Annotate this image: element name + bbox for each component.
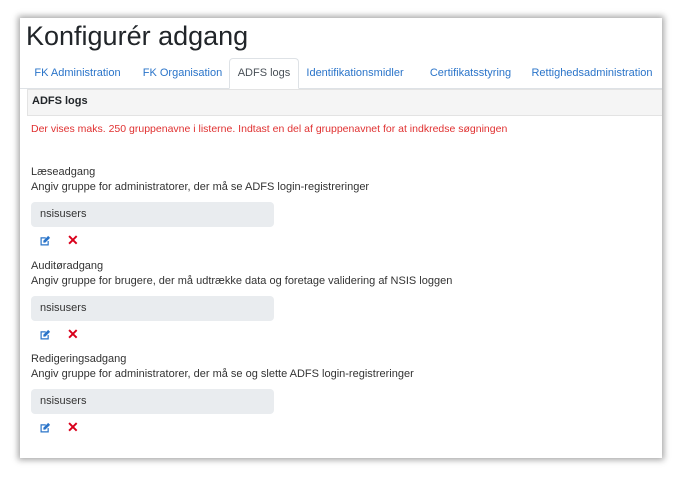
group-auditoeradgang: Auditøradgang Angiv gruppe for brugere, … [31, 260, 631, 342]
edit-icon[interactable] [39, 422, 51, 434]
group-value-field[interactable]: nsisusers [31, 296, 274, 321]
tab-rettighedsadministration[interactable]: Rettighedsadministration [528, 59, 656, 87]
page-title: Konfigurér adgang [26, 21, 249, 51]
group-description: Angiv gruppe for brugere, der må udtrækk… [31, 275, 453, 287]
group-value: nsisusers [40, 208, 87, 220]
tab-certifikatsstyring[interactable]: Certifikatsstyring [418, 59, 523, 87]
group-label: Redigeringsadgang [31, 353, 127, 365]
tab-fk-administration[interactable]: FK Administration [20, 59, 135, 87]
group-description: Angiv gruppe for administratorer, der må… [31, 368, 414, 380]
edit-icon[interactable] [39, 329, 51, 341]
close-icon[interactable]: ✕ [67, 232, 79, 248]
close-icon[interactable]: ✕ [67, 419, 79, 435]
configure-access-window: Konfigurér adgang FK Administration FK O… [20, 18, 662, 458]
tab-bar: FK Administration FK Organisation ADFS l… [20, 58, 662, 89]
tab-adfs-logs[interactable]: ADFS logs [229, 58, 299, 89]
group-label: Auditøradgang [31, 260, 104, 272]
group-description: Angiv gruppe for administratorer, der må… [31, 181, 370, 193]
group-redigeringsadgang: Redigeringsadgang Angiv gruppe for admin… [31, 353, 631, 435]
edit-icon[interactable] [39, 235, 51, 247]
group-value-field[interactable]: nsisusers [31, 389, 274, 414]
group-value-field[interactable]: nsisusers [31, 202, 274, 227]
group-value: nsisusers [40, 395, 87, 407]
warning-text: Der vises maks. 250 gruppenavne i lister… [31, 123, 508, 135]
group-label: Læseadgang [31, 166, 96, 178]
section-header: ADFS logs [27, 89, 662, 116]
group-laeseadgang: Læseadgang Angiv gruppe for administrato… [31, 166, 631, 248]
tab-fk-organisation[interactable]: FK Organisation [135, 59, 230, 87]
close-icon[interactable]: ✕ [67, 326, 79, 342]
group-value: nsisusers [40, 302, 87, 314]
section-title: ADFS logs [32, 95, 88, 107]
tab-identifikationsmidler[interactable]: Identifikationsmidler [300, 59, 410, 87]
